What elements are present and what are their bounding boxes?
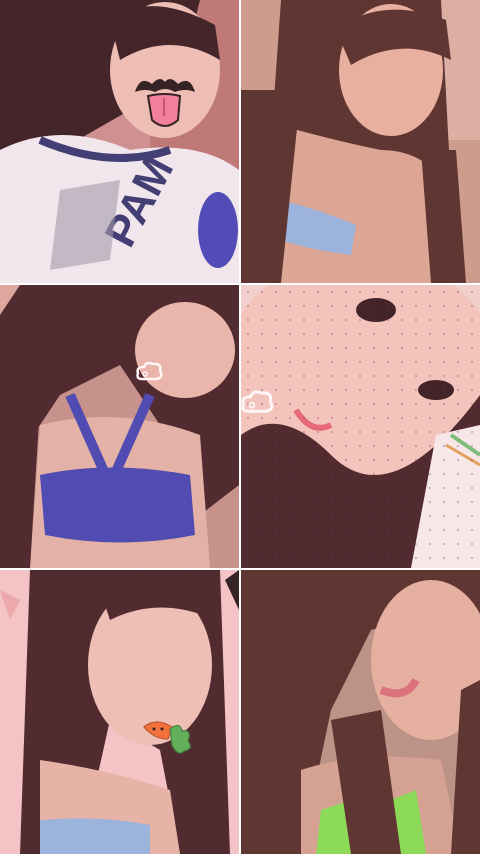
collage-panel-2[interactable] bbox=[241, 0, 480, 283]
photo-collage: PAM bbox=[0, 0, 480, 854]
mustache-tongue-sticker bbox=[135, 78, 195, 127]
collage-panel-6[interactable] bbox=[241, 570, 480, 854]
selfie-photo-4 bbox=[241, 285, 480, 568]
collage-panel-5[interactable] bbox=[0, 570, 239, 854]
collage-panel-4[interactable] bbox=[241, 285, 480, 568]
puff-cloud-sticker bbox=[241, 390, 274, 413]
collage-panel-1[interactable]: PAM bbox=[0, 0, 239, 283]
selfie-photo-5 bbox=[0, 570, 239, 854]
selfie-photo-6 bbox=[241, 570, 480, 854]
selfie-photo-3 bbox=[0, 285, 239, 568]
carrot-sticker bbox=[143, 721, 191, 754]
selfie-photo-2 bbox=[241, 0, 480, 283]
selfie-photo-1: PAM bbox=[0, 0, 239, 283]
puff-cloud-sticker bbox=[136, 361, 163, 381]
collage-panel-3[interactable] bbox=[0, 285, 239, 568]
